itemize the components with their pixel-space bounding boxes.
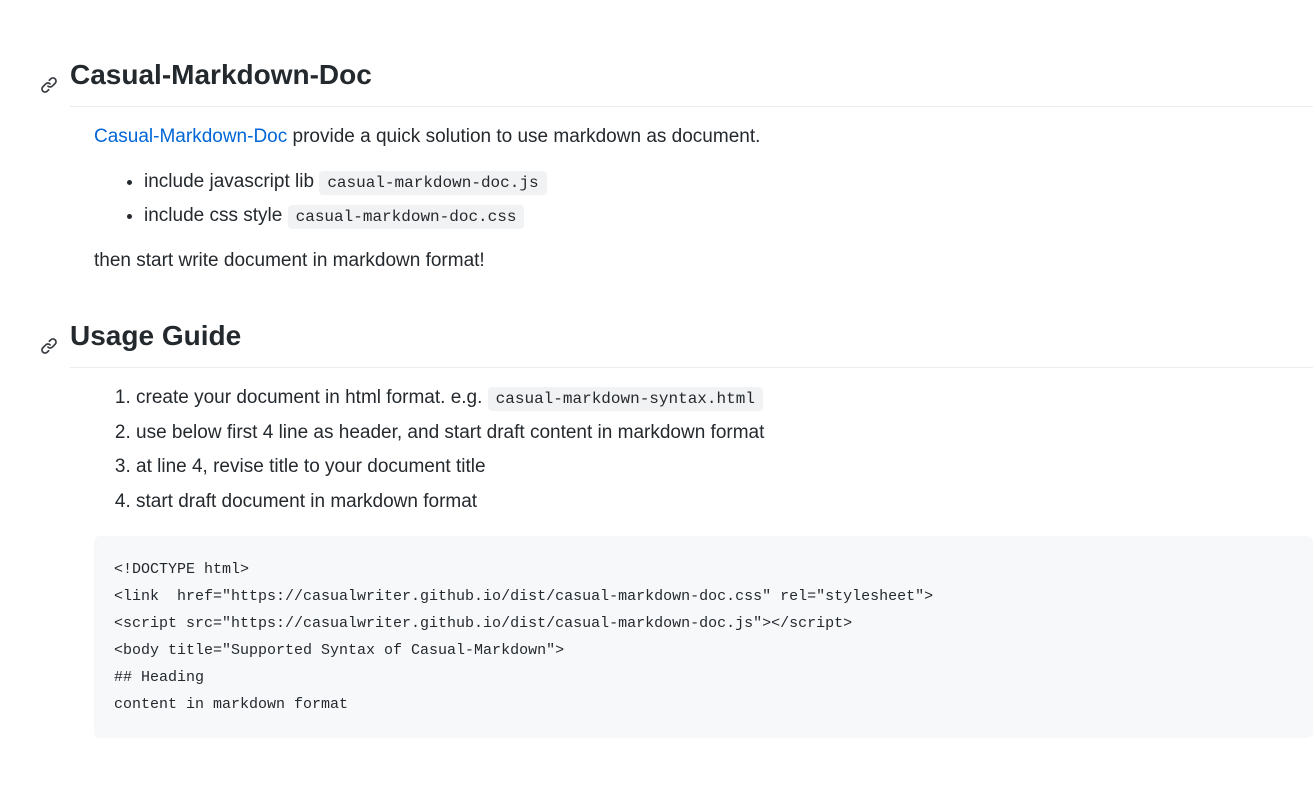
list-item: start draft document in markdown format <box>136 488 1313 517</box>
feature-list: include javascript lib casual-markdown-d… <box>70 168 1313 231</box>
link-icon[interactable] <box>40 323 58 365</box>
steps-list: create your document in html format. e.g… <box>70 384 1313 516</box>
inline-code: casual-markdown-doc.css <box>288 205 525 229</box>
heading-casual-markdown-doc: Casual-Markdown-Doc <box>70 54 1313 107</box>
inline-code: casual-markdown-syntax.html <box>488 387 763 411</box>
list-item: include css style casual-markdown-doc.cs… <box>144 202 1313 231</box>
list-item-text: start draft document in markdown format <box>136 491 477 512</box>
link-icon[interactable] <box>40 62 58 104</box>
then-paragraph: then start write document in markdown fo… <box>94 247 1313 276</box>
intro-text: provide a quick solution to use markdown… <box>287 126 760 147</box>
code-content: <!DOCTYPE html> <link href="https://casu… <box>114 561 933 713</box>
list-item-text: include javascript lib <box>144 171 319 192</box>
intro-link[interactable]: Casual-Markdown-Doc <box>94 126 287 147</box>
inline-code: casual-markdown-doc.js <box>319 171 546 195</box>
list-item-text: create your document in html format. e.g… <box>136 387 488 408</box>
list-item: create your document in html format. e.g… <box>136 384 1313 413</box>
heading-text: Casual-Markdown-Doc <box>70 59 372 90</box>
heading-text: Usage Guide <box>70 320 241 351</box>
list-item: use below first 4 line as header, and st… <box>136 419 1313 448</box>
list-item-text: at line 4, revise title to your document… <box>136 456 486 477</box>
list-item: at line 4, revise title to your document… <box>136 453 1313 482</box>
intro-paragraph: Casual-Markdown-Doc provide a quick solu… <box>94 123 1313 152</box>
list-item-text: use below first 4 line as header, and st… <box>136 422 764 443</box>
code-block: <!DOCTYPE html> <link href="https://casu… <box>94 536 1313 738</box>
list-item: include javascript lib casual-markdown-d… <box>144 168 1313 197</box>
list-item-text: include css style <box>144 205 288 226</box>
heading-usage-guide: Usage Guide <box>70 315 1313 368</box>
